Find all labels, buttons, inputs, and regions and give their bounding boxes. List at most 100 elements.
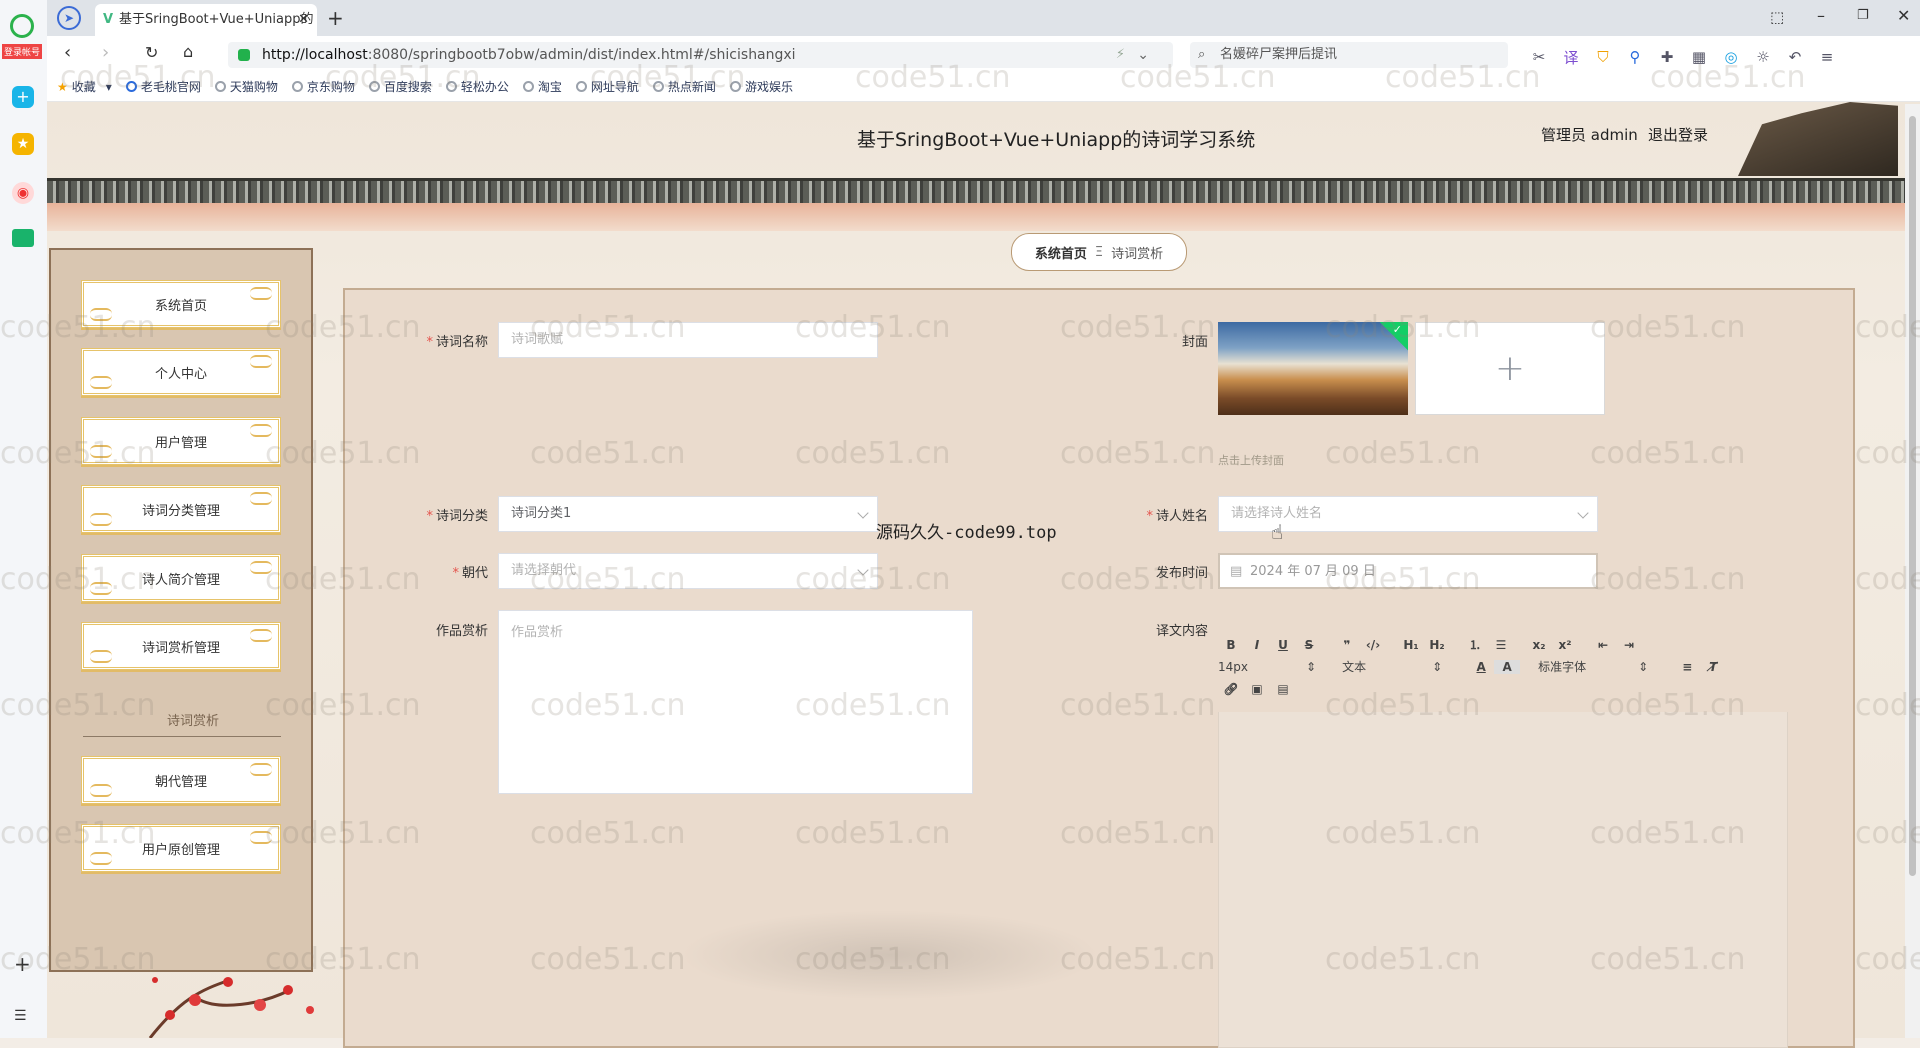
sidebar-item-home[interactable]: 系统首页 (81, 280, 281, 328)
mail-icon[interactable] (12, 229, 34, 247)
video-icon[interactable]: ▤ (1270, 682, 1296, 696)
superscript-icon[interactable]: x² (1552, 638, 1578, 652)
globe-icon (652, 81, 664, 92)
bookmark-item[interactable]: 老毛桃官网 (125, 78, 201, 95)
scrollbar-thumb[interactable] (1909, 116, 1916, 876)
code-icon[interactable]: ‹/› (1360, 638, 1386, 652)
sidebar-item-poets[interactable]: 诗人简介管理 (81, 554, 281, 602)
navigate-icon[interactable]: ➤ (57, 6, 81, 30)
bookmark-item[interactable]: 百度搜索 (368, 78, 432, 95)
bookmark-item[interactable]: 京东购物 (291, 78, 355, 95)
cover-image[interactable]: ✓ (1218, 322, 1408, 415)
breadcrumb-current: 诗词赏析 (1111, 246, 1164, 262)
login-badge[interactable]: 登录帐号 (2, 44, 43, 59)
reload-icon[interactable]: ↻ (145, 43, 158, 62)
appreciation-textarea[interactable]: 作品赏析 (498, 610, 973, 794)
globe-icon (125, 81, 137, 92)
font-size-select[interactable]: 14px ⇕ (1218, 660, 1316, 674)
close-window-icon[interactable]: ✕ (1897, 6, 1910, 25)
bookmark-item[interactable]: 轻松办公 (445, 78, 509, 95)
forward-icon[interactable]: › (102, 42, 109, 63)
undo-icon[interactable]: ↶ (1784, 46, 1806, 68)
magnifier-icon[interactable]: ⚲ (1624, 46, 1646, 68)
skin-icon[interactable]: ⬚ (1770, 8, 1784, 26)
strike-icon[interactable]: S (1296, 638, 1322, 652)
list-icon[interactable]: ☰ (14, 1008, 27, 1024)
sync-icon[interactable]: ◎ (1720, 46, 1742, 68)
clear-format-icon[interactable]: T̸ (1700, 660, 1726, 674)
apps-grid-icon[interactable]: ▦ (1688, 46, 1710, 68)
minimize-icon[interactable]: – (1817, 6, 1825, 25)
underline-icon[interactable]: U (1270, 638, 1296, 652)
block-type-select[interactable]: 文本 ⇕ (1342, 658, 1442, 675)
rich-text-editor[interactable] (1218, 712, 1788, 1048)
subscript-icon[interactable]: x₂ (1526, 638, 1552, 652)
sidebar-item-categories[interactable]: 诗词分类管理 (81, 485, 281, 533)
shield-icon[interactable]: ⛉ (1592, 46, 1614, 68)
sidebar-group-label[interactable]: 诗词赏析 (167, 710, 219, 729)
close-tab-icon[interactable]: ✕ (298, 4, 309, 36)
dynasty-select[interactable]: 请选择朝代 (498, 553, 878, 589)
h1-icon[interactable]: H₁ (1398, 638, 1424, 652)
ordered-list-icon[interactable]: ⒈ (1462, 636, 1488, 653)
quote-icon[interactable]: ❞ (1334, 638, 1360, 652)
bookmark-favorites[interactable]: ★ 收藏 ▾ (57, 78, 112, 95)
admin-label: 管理员 admin (1541, 126, 1638, 144)
background-color-icon[interactable]: A (1494, 659, 1521, 674)
font-color-icon[interactable]: A (1468, 660, 1494, 674)
bookmark-item[interactable]: 网址导航 (575, 78, 639, 95)
dynasty-placeholder: 请选择朝代 (511, 563, 577, 578)
sidebar-item-users[interactable]: 用户管理 (81, 417, 281, 465)
bookmark-item[interactable]: 天猫购物 (214, 78, 278, 95)
sidebar-item-appreciation[interactable]: 诗词赏析管理 (81, 622, 281, 670)
scissors-icon[interactable]: ✂ (1528, 46, 1550, 68)
new-tab-icon[interactable]: + (327, 6, 344, 30)
bold-icon[interactable]: B (1218, 638, 1244, 652)
title-label: * 诗词名称 (426, 335, 488, 350)
select-arrows-icon: ⇕ (1432, 659, 1443, 674)
category-select[interactable]: 诗词分类1 (498, 496, 878, 532)
add-app-icon[interactable]: + (12, 86, 34, 108)
add-icon[interactable]: + (14, 952, 31, 976)
indent-icon[interactable]: ⇥ (1616, 638, 1642, 652)
title-input[interactable]: 诗词歌赋 (498, 322, 878, 358)
restore-icon[interactable]: ❐ (1857, 8, 1869, 23)
sidebar-item-profile[interactable]: 个人中心 (81, 348, 281, 396)
favorites-star-icon[interactable]: ★ (12, 133, 34, 155)
bookmark-item[interactable]: 游戏娱乐 (729, 78, 793, 95)
cloud-ornament-icon (90, 852, 112, 865)
tab-active[interactable]: V 基于SringBoot+Vue+Uniapp的 ✕ (95, 4, 317, 36)
home-icon[interactable]: ⌂ (183, 42, 193, 61)
breadcrumb-home[interactable]: 系统首页 (1035, 243, 1087, 262)
outdent-icon[interactable]: ⇤ (1590, 638, 1616, 652)
translate-icon[interactable]: 译 (1560, 46, 1582, 68)
brightness-icon[interactable]: ☼ (1752, 46, 1774, 68)
link-icon[interactable]: 🔗︎ (1218, 682, 1244, 696)
lightning-icon[interactable]: ⚡ (1116, 42, 1125, 68)
cloud-ornament-icon (250, 287, 272, 300)
url-dropdown-icon[interactable]: ⌄ (1137, 42, 1149, 68)
sidebar-item-dynasty[interactable]: 朝代管理 (81, 756, 281, 804)
weibo-icon[interactable]: ◉ (12, 182, 34, 204)
url-input[interactable]: http://localhost:8080/springbootb7obw/ad… (228, 42, 1173, 68)
cover-upload-button[interactable]: + (1415, 322, 1605, 415)
italic-icon[interactable]: I (1244, 638, 1270, 652)
align-icon[interactable]: ≡ (1674, 660, 1700, 674)
translation-label: 译文内容 (1155, 624, 1208, 639)
sidebar-item-original[interactable]: 用户原创管理 (81, 824, 281, 872)
logout-link[interactable]: 退出登录 (1648, 124, 1708, 145)
bullet-list-icon[interactable]: ☰ (1488, 638, 1514, 652)
bookmark-item[interactable]: 淘宝 (522, 78, 562, 95)
h2-icon[interactable]: H₂ (1424, 638, 1450, 652)
date-picker[interactable]: ▤ 2024 年 07 月 09 日 (1218, 553, 1598, 589)
search-input[interactable]: ⌕ 名媛碎尸案押后提讯 (1190, 42, 1508, 68)
bookmark-item[interactable]: 热点新闻 (652, 78, 716, 95)
bookmark-label: 京东购物 (306, 80, 355, 94)
extension-icon[interactable]: ✚ (1656, 46, 1678, 68)
font-family-select[interactable]: 标准字体 ⇕ (1538, 658, 1648, 675)
overlay-watermark-text: 源码久久-code99.top (876, 523, 1057, 543)
breadcrumb-separator: Ξ (1094, 244, 1104, 260)
menu-icon[interactable]: ≡ (1816, 46, 1838, 68)
image-icon[interactable]: ▣ (1244, 682, 1270, 696)
back-icon[interactable]: ‹ (64, 42, 71, 63)
